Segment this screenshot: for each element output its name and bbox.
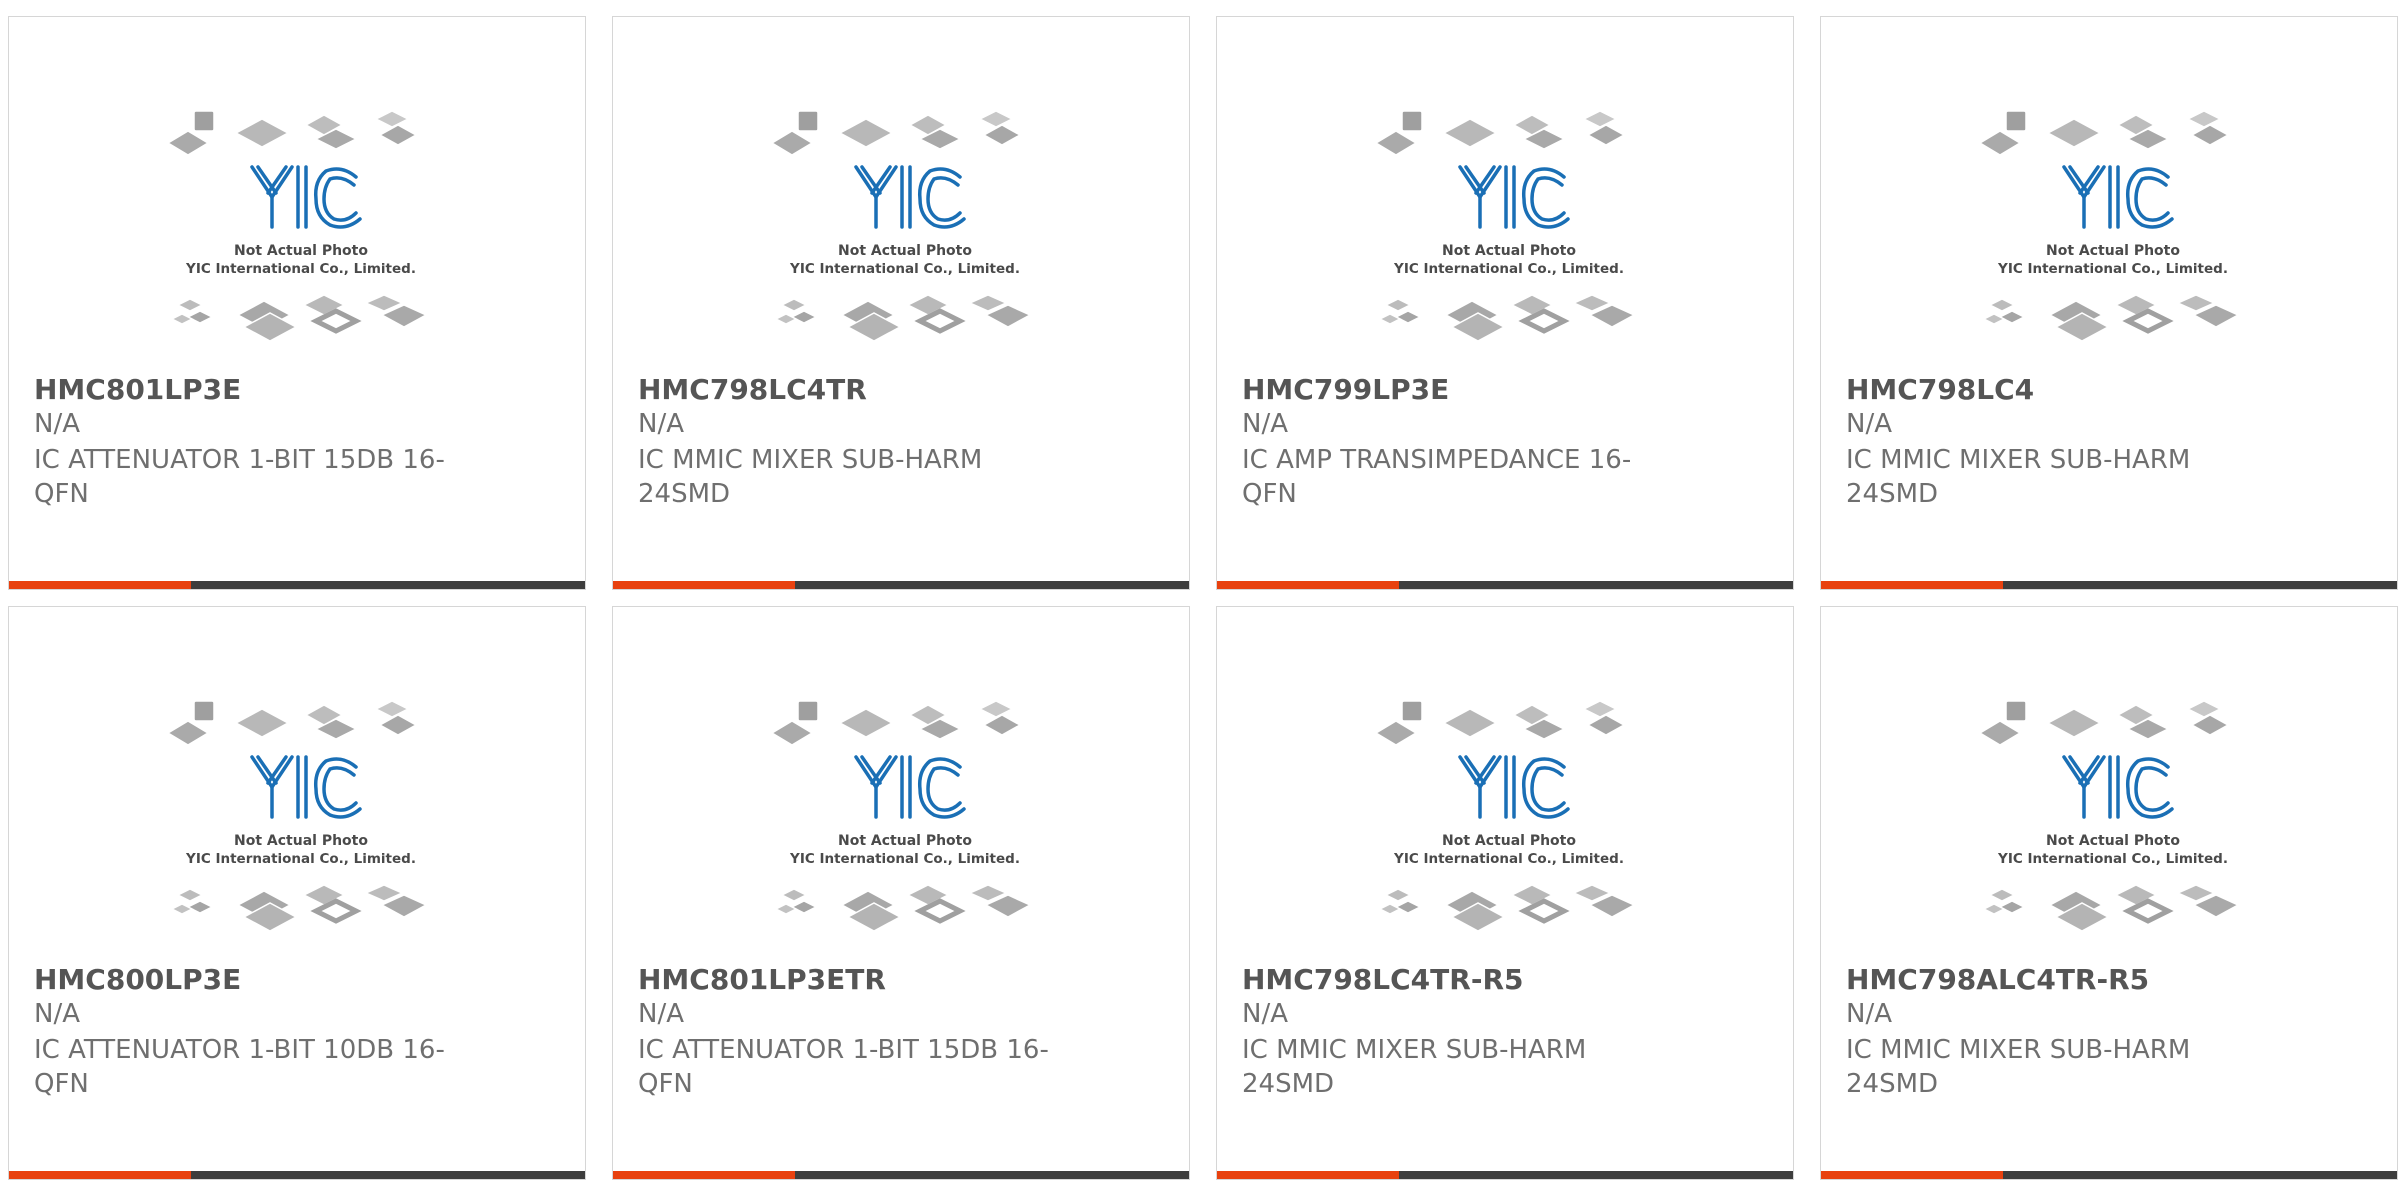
svg-text:Not Actual Photo: Not Actual Photo: [2046, 243, 2180, 259]
svg-text:YIC International Co., Limited: YIC International Co., Limited.: [185, 261, 416, 277]
yic-logo: [2062, 755, 2174, 819]
status-text: N/A: [1242, 999, 1288, 1029]
product-photo-placeholder[interactable]: Not Actual Photo YIC International Co., …: [1978, 105, 2248, 365]
product-photo-placeholder[interactable]: Not Actual Photo YIC International Co., …: [166, 695, 436, 955]
card-accent-bar: [613, 581, 795, 589]
product-card[interactable]: Not Actual Photo YIC International Co., …: [1216, 16, 1794, 590]
svg-text:Not Actual Photo: Not Actual Photo: [2046, 833, 2180, 849]
chip-placeholder-image: Not Actual Photo YIC International Co., …: [1374, 700, 1636, 932]
svg-text:YIC International Co., Limited: YIC International Co., Limited.: [185, 851, 416, 867]
status-text: N/A: [1846, 999, 1892, 1029]
svg-text:Not Actual Photo: Not Actual Photo: [1442, 833, 1576, 849]
svg-text:YIC International Co., Limited: YIC International Co., Limited.: [1997, 261, 2228, 277]
yic-logo: [250, 165, 362, 229]
part-number-link[interactable]: HMC801LP3ETR: [638, 963, 886, 996]
product-photo-placeholder[interactable]: Not Actual Photo YIC International Co., …: [770, 105, 1040, 365]
card-accent-bar: [9, 581, 191, 589]
chip-placeholder-image: Not Actual Photo YIC International Co., …: [1374, 110, 1636, 342]
product-card[interactable]: Not Actual Photo YIC International Co., …: [8, 16, 586, 590]
card-bottom-bar: [1821, 581, 2397, 589]
status-text: N/A: [34, 409, 80, 439]
product-card[interactable]: Not Actual Photo YIC International Co., …: [1216, 606, 1794, 1180]
product-photo-placeholder[interactable]: Not Actual Photo YIC International Co., …: [1374, 695, 1644, 955]
card-bottom-bar: [1217, 581, 1793, 589]
product-description: IC MMIC MIXER SUB-HARM 24SMD: [1846, 445, 2191, 509]
product-card[interactable]: Not Actual Photo YIC International Co., …: [612, 606, 1190, 1180]
status-text: N/A: [1242, 409, 1288, 439]
product-photo-placeholder[interactable]: Not Actual Photo YIC International Co., …: [166, 105, 436, 365]
card-accent-bar: [613, 1171, 795, 1179]
product-description: IC AMP TRANSIMPEDANCE 16-QFN: [1242, 445, 1632, 509]
svg-text:Not Actual Photo: Not Actual Photo: [234, 243, 368, 259]
svg-text:Not Actual Photo: Not Actual Photo: [234, 833, 368, 849]
card-bottom-bar: [613, 1171, 1189, 1179]
part-number-link[interactable]: HMC799LP3E: [1242, 373, 1449, 406]
product-description: IC ATTENUATOR 1-BIT 10DB 16-QFN: [34, 1035, 445, 1099]
chip-placeholder-image: Not Actual Photo YIC International Co., …: [166, 700, 428, 932]
product-photo-placeholder[interactable]: Not Actual Photo YIC International Co., …: [1374, 105, 1644, 365]
card-accent-bar: [9, 1171, 191, 1179]
yic-logo: [250, 755, 362, 819]
card-bottom-bar: [9, 1171, 585, 1179]
product-card[interactable]: Not Actual Photo YIC International Co., …: [1820, 606, 2398, 1180]
product-card[interactable]: Not Actual Photo YIC International Co., …: [1820, 16, 2398, 590]
product-description: IC MMIC MIXER SUB-HARM 24SMD: [1242, 1035, 1587, 1099]
card-accent-bar: [1821, 581, 2003, 589]
svg-text:YIC International Co., Limited: YIC International Co., Limited.: [789, 261, 1020, 277]
chip-placeholder-image: Not Actual Photo YIC International Co., …: [770, 700, 1032, 932]
chip-placeholder-image: Not Actual Photo YIC International Co., …: [166, 110, 428, 342]
product-description: IC MMIC MIXER SUB-HARM 24SMD: [1846, 1035, 2191, 1099]
product-card[interactable]: Not Actual Photo YIC International Co., …: [8, 606, 586, 1180]
product-description: IC ATTENUATOR 1-BIT 15DB 16-QFN: [638, 1035, 1049, 1099]
part-number-link[interactable]: HMC798LC4TR-R5: [1242, 963, 1524, 996]
svg-text:YIC International Co., Limited: YIC International Co., Limited.: [1997, 851, 2228, 867]
status-text: N/A: [34, 999, 80, 1029]
card-accent-bar: [1217, 581, 1399, 589]
part-number-link[interactable]: HMC800LP3E: [34, 963, 241, 996]
status-text: N/A: [638, 409, 684, 439]
part-number-link[interactable]: HMC801LP3E: [34, 373, 241, 406]
part-number-link[interactable]: HMC798ALC4TR-R5: [1846, 963, 2149, 996]
card-accent-bar: [1217, 1171, 1399, 1179]
part-number-link[interactable]: HMC798LC4: [1846, 373, 2034, 406]
card-bottom-bar: [1821, 1171, 2397, 1179]
status-text: N/A: [1846, 409, 1892, 439]
card-bottom-bar: [613, 581, 1189, 589]
card-bottom-bar: [1217, 1171, 1793, 1179]
yic-logo: [1458, 165, 1570, 229]
yic-logo: [2062, 165, 2174, 229]
svg-text:Not Actual Photo: Not Actual Photo: [838, 833, 972, 849]
svg-text:Not Actual Photo: Not Actual Photo: [838, 243, 972, 259]
product-description: IC ATTENUATOR 1-BIT 15DB 16-QFN: [34, 445, 445, 509]
product-photo-placeholder[interactable]: Not Actual Photo YIC International Co., …: [770, 695, 1040, 955]
yic-logo: [854, 165, 966, 229]
chip-placeholder-image: Not Actual Photo YIC International Co., …: [1978, 110, 2240, 342]
chip-placeholder-image: Not Actual Photo YIC International Co., …: [1978, 700, 2240, 932]
card-bottom-bar: [9, 581, 585, 589]
yic-logo: [854, 755, 966, 819]
svg-text:YIC International Co., Limited: YIC International Co., Limited.: [1393, 261, 1624, 277]
yic-logo: [1458, 755, 1570, 819]
product-photo-placeholder[interactable]: Not Actual Photo YIC International Co., …: [1978, 695, 2248, 955]
status-text: N/A: [638, 999, 684, 1029]
product-grid: Not Actual Photo YIC International Co., …: [0, 0, 2400, 1180]
svg-text:YIC International Co., Limited: YIC International Co., Limited.: [1393, 851, 1624, 867]
product-description: IC MMIC MIXER SUB-HARM 24SMD: [638, 445, 983, 509]
svg-text:YIC International Co., Limited: YIC International Co., Limited.: [789, 851, 1020, 867]
part-number-link[interactable]: HMC798LC4TR: [638, 373, 867, 406]
card-accent-bar: [1821, 1171, 2003, 1179]
chip-placeholder-image: Not Actual Photo YIC International Co., …: [770, 110, 1032, 342]
product-card[interactable]: Not Actual Photo YIC International Co., …: [612, 16, 1190, 590]
svg-text:Not Actual Photo: Not Actual Photo: [1442, 243, 1576, 259]
